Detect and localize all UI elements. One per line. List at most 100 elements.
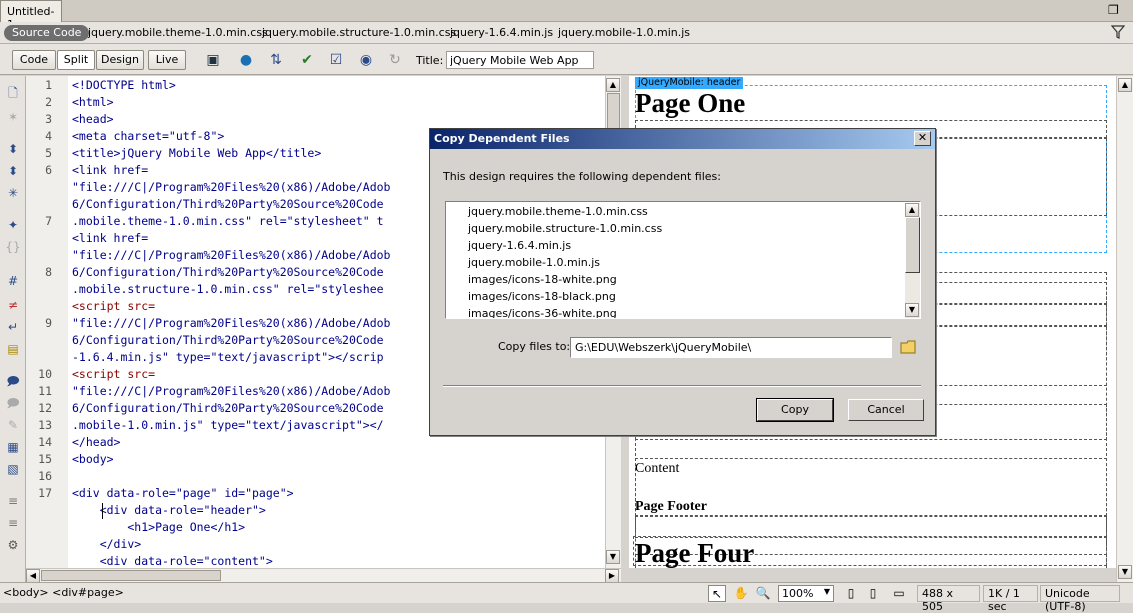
show-code-navigator-icon[interactable]: ✶ bbox=[4, 108, 22, 126]
code-line[interactable]: .mobile-1.0.min.js" type="text/javascrip… bbox=[72, 418, 384, 432]
scroll-thumb[interactable] bbox=[41, 570, 221, 581]
code-line[interactable]: .mobile.theme-1.0.min.css" rel="styleshe… bbox=[72, 214, 384, 228]
dependent-files-list[interactable]: jquery.mobile.theme-1.0.min.css jquery.m… bbox=[445, 201, 921, 319]
filter-icon[interactable] bbox=[1111, 25, 1125, 39]
outdent-code-icon[interactable]: ≡ bbox=[4, 514, 22, 532]
tablet-size-icon[interactable]: ▯ bbox=[864, 585, 882, 602]
code-line[interactable]: -1.6.4.min.js" type="text/javascript"></… bbox=[72, 350, 384, 364]
source-code-button[interactable]: Source Code bbox=[4, 25, 90, 41]
code-line[interactable]: <head> bbox=[72, 112, 114, 126]
code-line[interactable]: 6/Configuration/Third%20Party%20Source%2… bbox=[72, 333, 384, 347]
file-management-icon[interactable]: ⇅ bbox=[265, 50, 287, 70]
code-line[interactable]: <div data-role="page" id="page"> bbox=[72, 486, 294, 500]
scroll-down-icon[interactable]: ▼ bbox=[606, 550, 620, 564]
code-line[interactable]: .mobile.structure-1.0.min.css" rel="styl… bbox=[72, 282, 384, 296]
file-list-scrollbar[interactable]: ▲ ▼ bbox=[905, 203, 920, 318]
list-item[interactable]: jquery.mobile-1.0.min.js bbox=[468, 256, 600, 269]
design-vertical-scrollbar[interactable]: ▲ ▼ bbox=[1116, 76, 1133, 582]
collapse-selection-icon[interactable]: ⬍ bbox=[4, 162, 22, 180]
live-view-button[interactable]: Live bbox=[148, 50, 186, 70]
code-horizontal-scrollbar[interactable]: ◀ ▶ bbox=[26, 568, 621, 583]
mobile-size-icon[interactable]: ▯ bbox=[842, 585, 860, 602]
code-line[interactable]: </head> bbox=[72, 435, 120, 449]
code-line[interactable]: "file:///C|/Program%20Files%20(x86)/Adob… bbox=[72, 384, 391, 398]
preview-browser-icon[interactable]: ● bbox=[235, 50, 257, 70]
list-item[interactable]: jquery-1.6.4.min.js bbox=[468, 239, 571, 252]
apply-comment-icon[interactable]: 🗩 bbox=[4, 372, 22, 390]
related-file-jquery-mobile-js[interactable]: jquery.mobile-1.0.min.js bbox=[558, 26, 690, 39]
code-line[interactable]: <body> bbox=[72, 452, 114, 466]
code-view-button[interactable]: Code bbox=[12, 50, 56, 70]
list-item[interactable]: images/icons-36-white.png bbox=[468, 307, 617, 318]
code-line[interactable]: <h1>Page One</h1> bbox=[72, 520, 245, 534]
document-title-input[interactable] bbox=[446, 51, 594, 69]
code-line[interactable]: <script src= bbox=[72, 299, 155, 313]
list-item[interactable]: jquery.mobile.theme-1.0.min.css bbox=[468, 205, 648, 218]
highlight-invalid-code-icon[interactable]: ≠ bbox=[4, 296, 22, 314]
scroll-up-icon[interactable]: ▲ bbox=[1118, 78, 1132, 92]
zoom-tool-icon[interactable]: 🔍 bbox=[754, 585, 772, 602]
hand-tool-icon[interactable]: ✋ bbox=[732, 585, 750, 602]
wrap-tag-icon[interactable]: ✎ bbox=[4, 416, 22, 434]
multiscreen-icon[interactable]: ▣ bbox=[202, 50, 224, 70]
design-view-button[interactable]: Design bbox=[96, 50, 144, 70]
tag-selector[interactable]: <body> <div#page> bbox=[3, 586, 124, 599]
scroll-thumb[interactable] bbox=[905, 217, 920, 273]
expand-all-icon[interactable]: ✳ bbox=[4, 184, 22, 202]
code-line[interactable]: 6/Configuration/Third%20Party%20Source%2… bbox=[72, 265, 384, 279]
w3c-validation-icon[interactable]: ✔ bbox=[296, 50, 318, 70]
line-numbers-icon[interactable]: # bbox=[4, 272, 22, 290]
code-line[interactable]: <html> bbox=[72, 95, 114, 109]
code-line[interactable]: 6/Configuration/Third%20Party%20Source%2… bbox=[72, 197, 384, 211]
code-line[interactable]: <!DOCTYPE html> bbox=[72, 78, 176, 92]
scroll-up-icon[interactable]: ▲ bbox=[606, 78, 620, 92]
window-size[interactable]: 488 x 505 bbox=[917, 585, 980, 613]
zoom-select[interactable]: 100% ▼ bbox=[778, 585, 834, 602]
code-line[interactable]: <meta charset="utf-8"> bbox=[72, 129, 224, 143]
close-icon[interactable]: ✕ bbox=[914, 131, 931, 146]
jquerymobile-header-tag[interactable]: jQueryMobile: header bbox=[635, 77, 744, 89]
scroll-up-icon[interactable]: ▲ bbox=[905, 203, 919, 217]
refresh-icon[interactable]: ↻ bbox=[384, 50, 406, 70]
code-line[interactable]: <title>jQuery Mobile Web App</title> bbox=[72, 146, 321, 160]
split-view-button[interactable]: Split bbox=[57, 50, 95, 70]
scroll-right-icon[interactable]: ▶ bbox=[605, 569, 619, 583]
code-line[interactable]: <link href= bbox=[72, 231, 148, 245]
restore-window-icon[interactable]: ❐ bbox=[1108, 4, 1122, 16]
related-file-theme-css[interactable]: jquery.mobile.theme-1.0.min.css bbox=[88, 26, 268, 39]
copy-button[interactable]: Copy bbox=[756, 398, 834, 422]
code-line[interactable]: <div data-role="content"> bbox=[72, 554, 273, 568]
code-line[interactable]: "file:///C|/Program%20Files%20(x86)/Adob… bbox=[72, 180, 391, 194]
code-line[interactable]: 6/Configuration/Third%20Party%20Source%2… bbox=[72, 401, 384, 415]
select-tool-icon[interactable]: ↖ bbox=[708, 585, 726, 602]
document-tab[interactable]: Untitled-1 bbox=[0, 0, 62, 31]
word-wrap-icon[interactable]: ↵ bbox=[4, 318, 22, 336]
code-line[interactable]: <script src= bbox=[72, 367, 155, 381]
list-item[interactable]: jquery.mobile.structure-1.0.min.css bbox=[468, 222, 662, 235]
move-css-icon[interactable]: ▧ bbox=[4, 460, 22, 478]
syntax-coloring-icon[interactable]: ▤ bbox=[4, 340, 22, 358]
code-line[interactable]: <link href= bbox=[72, 163, 148, 177]
remove-comment-icon[interactable]: 🗩 bbox=[4, 394, 22, 412]
code-line[interactable]: "file:///C|/Program%20Files%20(x86)/Adob… bbox=[72, 316, 391, 330]
code-line[interactable]: </div> bbox=[72, 537, 142, 551]
code-line[interactable]: "file:///C|/Program%20Files%20(x86)/Adob… bbox=[72, 248, 391, 262]
list-item[interactable]: images/icons-18-white.png bbox=[468, 273, 617, 286]
scroll-left-icon[interactable]: ◀ bbox=[26, 569, 40, 583]
cancel-button[interactable]: Cancel bbox=[848, 399, 924, 421]
related-file-jquery-js[interactable]: jquery-1.6.4.min.js bbox=[450, 26, 553, 39]
recent-snippets-icon[interactable]: ▦ bbox=[4, 438, 22, 456]
copy-destination-input[interactable] bbox=[570, 337, 892, 358]
related-file-structure-css[interactable]: jquery.mobile.structure-1.0.min.css bbox=[262, 26, 456, 39]
scroll-down-icon[interactable]: ▼ bbox=[905, 303, 919, 317]
browse-folder-icon[interactable] bbox=[900, 339, 918, 355]
indent-code-icon[interactable]: ≡ bbox=[4, 492, 22, 510]
format-source-code-icon[interactable]: ⚙ bbox=[4, 536, 22, 554]
scroll-down-icon[interactable]: ▼ bbox=[1118, 565, 1132, 579]
list-item[interactable]: images/icons-18-black.png bbox=[468, 290, 616, 303]
check-browser-icon[interactable]: ☑ bbox=[325, 50, 347, 70]
dialog-titlebar[interactable]: Copy Dependent Files ✕ bbox=[430, 129, 935, 149]
balance-braces-icon[interactable]: {} bbox=[4, 238, 22, 256]
select-parent-tag-icon[interactable]: ✦ bbox=[4, 216, 22, 234]
open-documents-icon[interactable]: 🗋 bbox=[4, 84, 22, 102]
